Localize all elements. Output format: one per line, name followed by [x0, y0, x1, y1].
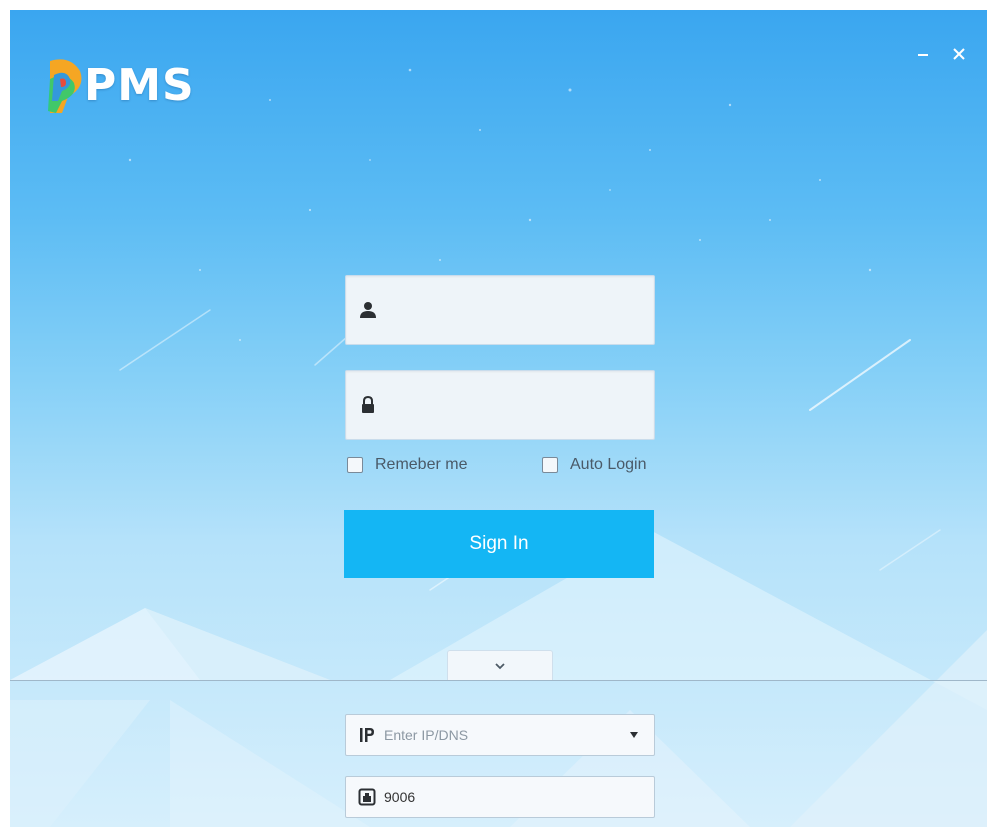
port-input[interactable]: [382, 776, 654, 818]
port-icon: [358, 788, 376, 806]
auto-login-checkbox[interactable]: [542, 457, 558, 473]
caret-down-icon[interactable]: [628, 729, 640, 741]
auto-login-option[interactable]: Auto Login: [542, 456, 647, 474]
minimize-button[interactable]: [909, 40, 937, 68]
login-window: PMS Remeber me Auto Login Sign In Enter …: [10, 10, 987, 827]
remember-me-option[interactable]: Remeber me: [347, 456, 467, 474]
ip-dns-field[interactable]: [345, 714, 655, 756]
port-field[interactable]: [345, 776, 655, 818]
password-input[interactable]: [388, 370, 654, 440]
ip-dns-input[interactable]: [382, 714, 628, 756]
remember-me-label: Remeber me: [375, 456, 468, 473]
close-icon: [953, 48, 965, 60]
divider: [10, 680, 987, 681]
sign-in-button[interactable]: Sign In: [344, 510, 654, 578]
sign-in-label: Sign In: [469, 533, 529, 554]
username-input[interactable]: [388, 275, 654, 345]
expand-server-settings-button[interactable]: [447, 650, 553, 681]
app-logo: PMS: [40, 50, 195, 120]
close-button[interactable]: [945, 40, 973, 68]
logo-text: PMS: [84, 59, 195, 111]
user-icon: [360, 302, 376, 318]
auto-login-label: Auto Login: [570, 456, 647, 473]
ip-icon: [360, 728, 374, 742]
remember-me-checkbox[interactable]: [347, 457, 363, 473]
username-field[interactable]: [345, 275, 655, 345]
password-field[interactable]: [345, 370, 655, 440]
lock-icon: [362, 395, 374, 413]
chevron-down-icon: [495, 663, 505, 670]
logo-mark-icon: [48, 59, 82, 113]
minimize-icon: [918, 54, 928, 56]
